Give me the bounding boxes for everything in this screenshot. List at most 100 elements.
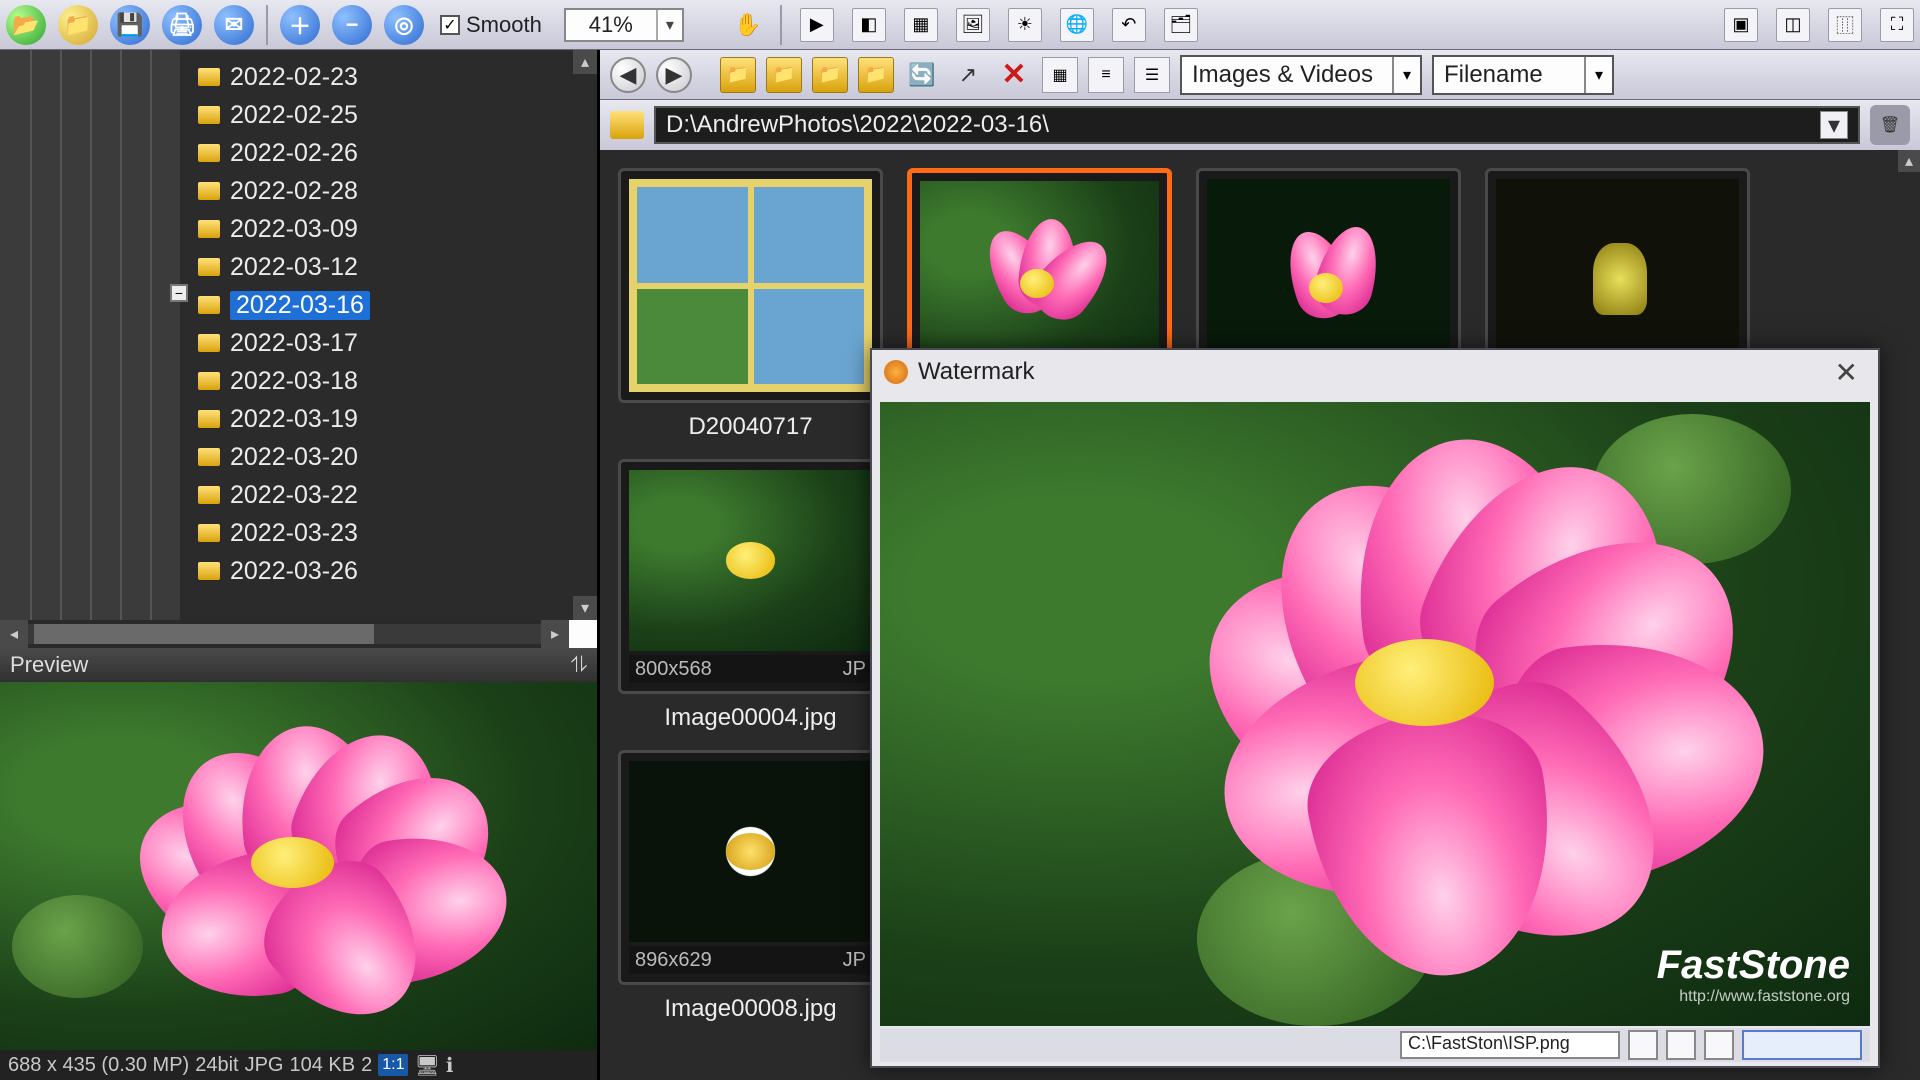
compare-button[interactable]: ◧ — [852, 8, 886, 42]
folder-tree-item[interactable]: 2022-03-18 — [190, 362, 597, 400]
folder-tree-item[interactable]: 2022-03-26 — [190, 552, 597, 590]
folder-tree-item[interactable]: 2022-03-19 — [190, 400, 597, 438]
folder-name: 2022-03-09 — [230, 215, 358, 244]
zoom-combo[interactable]: 41% ▾ — [564, 8, 684, 42]
layout-2-button[interactable]: ◫ — [1776, 8, 1810, 42]
trash-button[interactable]: 🗑 — [1870, 105, 1910, 145]
view-details-button[interactable]: ☰ — [1134, 57, 1170, 93]
scroll-thumb[interactable] — [34, 624, 374, 644]
zoom-out-button[interactable]: − — [332, 5, 372, 45]
watermark-brand: FastStone http://www.faststone.org — [1657, 943, 1850, 1006]
thumbnail-item[interactable] — [618, 168, 883, 403]
undo-button[interactable]: ↶ — [1112, 8, 1146, 42]
delete-button[interactable]: ✕ — [996, 57, 1032, 93]
folder-tree-item[interactable]: 2022-02-25 — [190, 96, 597, 134]
thumbnail-item[interactable]: 896x629 JP — [618, 750, 883, 985]
print-button[interactable]: 🖨 — [162, 5, 202, 45]
thumbnail-item[interactable]: 800x568 JP — [618, 459, 883, 694]
status-icon-display[interactable]: 🖥 — [414, 1053, 439, 1078]
folder-icon — [198, 106, 220, 124]
folder-tree-item[interactable]: 2022-03-23 — [190, 514, 597, 552]
tree-resize-handle[interactable] — [569, 620, 597, 648]
watermark-brand-url: http://www.faststone.org — [1657, 988, 1850, 1006]
effects-button[interactable]: 🌐 — [1060, 8, 1094, 42]
status-depth: 24bit — [195, 1054, 238, 1077]
folder-icon — [198, 334, 220, 352]
watermark-ok-button[interactable] — [1742, 1030, 1862, 1060]
contact-sheet-button[interactable]: ▦ — [904, 8, 938, 42]
watermark-icon — [884, 360, 908, 384]
folder-icon — [198, 220, 220, 238]
folder-up-button[interactable]: 📁 — [720, 57, 756, 93]
folder-icon — [610, 111, 644, 139]
chevron-down-icon[interactable]: ▾ — [656, 10, 682, 40]
fullscreen-button[interactable]: ⛶ — [1880, 8, 1914, 42]
folder-open-button[interactable]: 📁 — [858, 57, 894, 93]
path-input[interactable]: D:\AndrewPhotos\2022\2022-03-16\ ▾ — [654, 106, 1860, 144]
preview-header: Preview ⥮ — [0, 648, 597, 682]
filter-dropdown[interactable]: Images & Videos ▾ — [1180, 55, 1422, 95]
batch-button[interactable]: 🗂 — [1164, 8, 1198, 42]
layout-3-button[interactable]: ⿲ — [1828, 8, 1862, 42]
nav-forward-button[interactable]: ▶ — [656, 57, 692, 93]
smooth-checkbox[interactable]: ✓ — [440, 15, 460, 35]
export-button[interactable]: ↗ — [950, 57, 986, 93]
folder-tree-item[interactable]: 2022-02-28 — [190, 172, 597, 210]
folder-tree-item[interactable]: 2022-03-17 — [190, 324, 597, 362]
folder-new-button[interactable]: 📁 — [812, 57, 848, 93]
thumb-scroll-up-button[interactable]: ▴ — [1898, 150, 1920, 172]
watermark-browse-button[interactable] — [1628, 1030, 1658, 1060]
layout-1-button[interactable]: ▣ — [1724, 8, 1758, 42]
watermark-path-input[interactable]: C:\FastSton\ISP.png — [1400, 1031, 1620, 1059]
thumbnail-filename: Image00004.jpg — [664, 704, 836, 732]
email-button[interactable]: ✉ — [214, 5, 254, 45]
tree-scroll-down-button[interactable]: ▾ — [573, 596, 597, 620]
status-icon-info[interactable]: ℹ — [446, 1053, 454, 1078]
folder-tree-item[interactable]: 2022-03-22 — [190, 476, 597, 514]
watermark-opacity-button[interactable] — [1704, 1030, 1734, 1060]
chevron-down-icon[interactable]: ▾ — [1820, 111, 1848, 139]
folder-tree-item[interactable]: 2022-03-12 — [190, 248, 597, 286]
status-size: 104 KB — [290, 1054, 356, 1077]
folder-tree-item[interactable]: 2022-03-16 — [190, 286, 597, 324]
folder-fav-button[interactable]: 📁 — [766, 57, 802, 93]
zoom-fit-button[interactable]: ◎ — [384, 5, 424, 45]
chevron-down-icon[interactable]: ▾ — [1392, 57, 1420, 93]
preview-collapse-icon[interactable]: ⥮ — [571, 652, 587, 678]
tree-expand-toggle[interactable]: − — [170, 284, 188, 302]
chevron-down-icon[interactable]: ▾ — [1584, 57, 1612, 93]
watermark-title-text: Watermark — [918, 358, 1034, 386]
refresh-button[interactable]: 🔄 — [904, 57, 940, 93]
folder-tree-item[interactable]: 2022-03-09 — [190, 210, 597, 248]
watermark-titlebar[interactable]: Watermark ✕ — [872, 350, 1878, 394]
tree-scroll-up-button[interactable]: ▴ — [573, 50, 597, 74]
left-panel: − 2022-02-232022-02-252022-02-262022-02-… — [0, 50, 600, 1080]
tree-h-scrollbar[interactable]: ◂ ▸ — [0, 620, 597, 648]
close-icon[interactable]: ✕ — [1827, 356, 1866, 389]
folder-name: 2022-03-22 — [230, 481, 358, 510]
slideshow-button[interactable]: ▶ — [800, 8, 834, 42]
sort-dropdown[interactable]: Filename ▾ — [1432, 55, 1614, 95]
view-list-button[interactable]: ≡ — [1088, 57, 1124, 93]
browse-toolbar: ◀ ▶ 📁 📁 📁 📁 🔄 ↗ ✕ ▦ ≡ ☰ Images & Videos … — [600, 50, 1920, 100]
watermark-position-button[interactable] — [1666, 1030, 1696, 1060]
view-thumbnails-button[interactable]: ▦ — [1042, 57, 1078, 93]
scroll-left-button[interactable]: ◂ — [0, 620, 28, 648]
open-folder-button[interactable]: 📁 — [58, 5, 98, 45]
adjust-light-button[interactable]: ☀ — [1008, 8, 1042, 42]
save-button[interactable]: 💾 — [110, 5, 150, 45]
folder-name: 2022-03-20 — [230, 443, 358, 472]
folder-tree-item[interactable]: 2022-02-26 — [190, 134, 597, 172]
hand-tool-button[interactable]: ✋ — [728, 5, 768, 45]
folder-tree-item[interactable]: 2022-02-23 — [190, 58, 597, 96]
scroll-right-button[interactable]: ▸ — [541, 620, 569, 648]
nav-back-button[interactable]: ◀ — [610, 57, 646, 93]
wallpaper-button[interactable]: 🖼 — [956, 8, 990, 42]
open-file-button[interactable]: 📂 — [6, 5, 46, 45]
folder-name: 2022-03-23 — [230, 519, 358, 548]
folder-name: 2022-03-26 — [230, 557, 358, 586]
folder-tree-item[interactable]: 2022-03-20 — [190, 438, 597, 476]
scroll-track[interactable] — [28, 624, 541, 644]
zoom-in-button[interactable]: ＋ — [280, 5, 320, 45]
status-dims: 688 x 435 (0.30 MP) — [8, 1054, 189, 1077]
